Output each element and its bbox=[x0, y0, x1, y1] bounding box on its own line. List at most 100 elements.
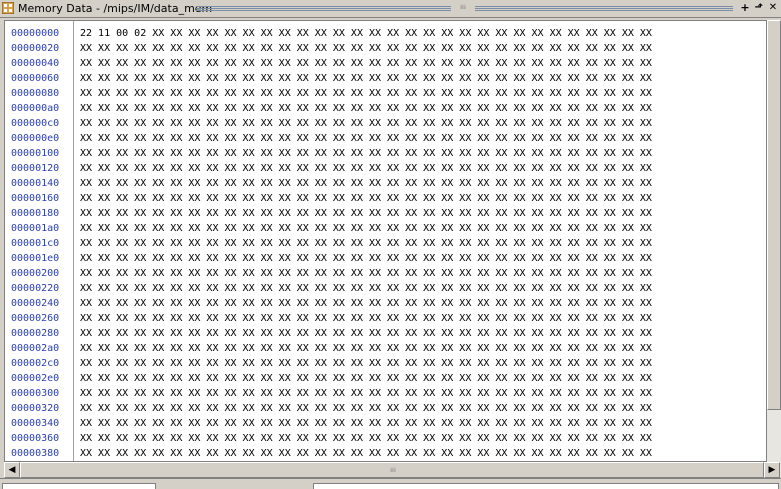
memory-row[interactable]: 00000160 XX XX XX XX XX XX XX XX XX XX XX… bbox=[5, 191, 766, 206]
memory-row[interactable]: 000001e0 XX XX XX XX XX XX XX XX XX XX XX… bbox=[5, 251, 766, 266]
memory-address: 000001a0 bbox=[11, 223, 60, 234]
memory-bytes[interactable]: 22 11 00 02 XX XX XX XX XX XX XX XX XX X… bbox=[80, 26, 652, 41]
memory-bytes[interactable]: XX XX XX XX XX XX XX XX XX XX XX XX XX X… bbox=[80, 221, 652, 236]
horizontal-scroll-thumb[interactable]: ⁞⁞⁞ bbox=[20, 462, 764, 478]
tab-stub[interactable] bbox=[2, 483, 156, 489]
memory-bytes[interactable]: XX XX XX XX XX XX XX XX XX XX XX XX XX X… bbox=[80, 191, 652, 206]
memory-address: 000000c0 bbox=[11, 118, 60, 129]
memory-address: 00000220 bbox=[11, 283, 60, 294]
memory-address: 000001c0 bbox=[11, 238, 60, 249]
memory-row[interactable]: 00000120 XX XX XX XX XX XX XX XX XX XX XX… bbox=[5, 161, 766, 176]
memory-row[interactable]: 00000040 XX XX XX XX XX XX XX XX XX XX XX… bbox=[5, 56, 766, 71]
memory-bytes[interactable]: XX XX XX XX XX XX XX XX XX XX XX XX XX X… bbox=[80, 311, 652, 326]
memory-bytes[interactable]: XX XX XX XX XX XX XX XX XX XX XX XX XX X… bbox=[80, 206, 652, 221]
memory-view[interactable]: 00000000 22 11 00 02 XX XX XX XX XX XX XX… bbox=[4, 20, 767, 462]
memory-row[interactable]: 00000200 XX XX XX XX XX XX XX XX XX XX XX… bbox=[5, 266, 766, 281]
memory-bytes[interactable]: XX XX XX XX XX XX XX XX XX XX XX XX XX X… bbox=[80, 86, 652, 101]
memory-bytes[interactable]: XX XX XX XX XX XX XX XX XX XX XX XX XX X… bbox=[80, 446, 652, 461]
memory-row[interactable]: 00000100 XX XX XX XX XX XX XX XX XX XX XX… bbox=[5, 146, 766, 161]
title-bar: Memory Data - /mips/IM/data_mem ⁞⁞⁞ + ⬏ … bbox=[0, 0, 781, 18]
memory-bytes[interactable]: XX XX XX XX XX XX XX XX XX XX XX XX XX X… bbox=[80, 161, 652, 176]
memory-rows: 00000000 22 11 00 02 XX XX XX XX XX XX XX… bbox=[5, 26, 766, 461]
memory-bytes[interactable]: XX XX XX XX XX XX XX XX XX XX XX XX XX X… bbox=[80, 386, 652, 401]
memory-row[interactable]: 00000060 XX XX XX XX XX XX XX XX XX XX XX… bbox=[5, 71, 766, 86]
close-button[interactable]: ✕ bbox=[767, 2, 779, 14]
memory-row[interactable]: 000001c0 XX XX XX XX XX XX XX XX XX XX XX… bbox=[5, 236, 766, 251]
memory-bytes[interactable]: XX XX XX XX XX XX XX XX XX XX XX XX XX X… bbox=[80, 251, 652, 266]
memory-address: 00000160 bbox=[11, 193, 60, 204]
dock-button[interactable]: + bbox=[739, 2, 751, 14]
memory-bytes[interactable]: XX XX XX XX XX XX XX XX XX XX XX XX XX X… bbox=[80, 131, 652, 146]
vertical-scrollbar[interactable] bbox=[767, 20, 781, 462]
title-drag-grip[interactable]: ⁞⁞⁞ bbox=[196, 4, 733, 12]
scroll-left-button[interactable]: ◀ bbox=[4, 462, 20, 478]
memory-row[interactable]: 000001a0 XX XX XX XX XX XX XX XX XX XX XX… bbox=[5, 221, 766, 236]
memory-row[interactable]: 00000360 XX XX XX XX XX XX XX XX XX XX XX… bbox=[5, 431, 766, 446]
memory-bytes[interactable]: XX XX XX XX XX XX XX XX XX XX XX XX XX X… bbox=[80, 401, 652, 416]
scroll-right-button[interactable]: ▶ bbox=[764, 462, 780, 478]
memory-address: 00000360 bbox=[11, 433, 60, 444]
memory-bytes[interactable]: XX XX XX XX XX XX XX XX XX XX XX XX XX X… bbox=[80, 326, 652, 341]
memory-row[interactable]: 000002a0 XX XX XX XX XX XX XX XX XX XX XX… bbox=[5, 341, 766, 356]
undock-button[interactable]: ⬏ bbox=[753, 2, 765, 14]
memory-address: 00000060 bbox=[11, 73, 60, 84]
memory-bytes[interactable]: XX XX XX XX XX XX XX XX XX XX XX XX XX X… bbox=[80, 236, 652, 251]
memory-address: 000002a0 bbox=[11, 343, 60, 354]
memory-address: 000002e0 bbox=[11, 373, 60, 384]
memory-bytes[interactable]: XX XX XX XX XX XX XX XX XX XX XX XX XX X… bbox=[80, 371, 652, 386]
memory-row[interactable]: 00000000 22 11 00 02 XX XX XX XX XX XX XX… bbox=[5, 26, 766, 41]
memory-row[interactable]: 00000260 XX XX XX XX XX XX XX XX XX XX XX… bbox=[5, 311, 766, 326]
vertical-scroll-thumb[interactable] bbox=[767, 20, 781, 410]
memory-address: 000000e0 bbox=[11, 133, 60, 144]
memory-address: 00000040 bbox=[11, 58, 60, 69]
memory-address: 000001e0 bbox=[11, 253, 60, 264]
memory-bytes[interactable]: XX XX XX XX XX XX XX XX XX XX XX XX XX X… bbox=[80, 341, 652, 356]
window-title: Memory Data - /mips/IM/data_mem bbox=[18, 2, 213, 15]
memory-bytes[interactable]: XX XX XX XX XX XX XX XX XX XX XX XX XX X… bbox=[80, 431, 652, 446]
memory-row[interactable]: 00000340 XX XX XX XX XX XX XX XX XX XX XX… bbox=[5, 416, 766, 431]
memory-bytes[interactable]: XX XX XX XX XX XX XX XX XX XX XX XX XX X… bbox=[80, 56, 652, 71]
memory-row[interactable]: 00000380 XX XX XX XX XX XX XX XX XX XX XX… bbox=[5, 446, 766, 461]
memory-row[interactable]: 00000220 XX XX XX XX XX XX XX XX XX XX XX… bbox=[5, 281, 766, 296]
memory-address: 00000340 bbox=[11, 418, 60, 429]
memory-row[interactable]: 00000320 XX XX XX XX XX XX XX XX XX XX XX… bbox=[5, 401, 766, 416]
memory-bytes[interactable]: XX XX XX XX XX XX XX XX XX XX XX XX XX X… bbox=[80, 296, 652, 311]
memory-bytes[interactable]: XX XX XX XX XX XX XX XX XX XX XX XX XX X… bbox=[80, 71, 652, 86]
memory-address: 00000320 bbox=[11, 403, 60, 414]
memory-row[interactable]: 000000c0 XX XX XX XX XX XX XX XX XX XX XX… bbox=[5, 116, 766, 131]
memory-row[interactable]: 00000300 XX XX XX XX XX XX XX XX XX XX XX… bbox=[5, 386, 766, 401]
memory-address: 000002c0 bbox=[11, 358, 60, 369]
memory-address: 00000080 bbox=[11, 88, 60, 99]
memory-bytes[interactable]: XX XX XX XX XX XX XX XX XX XX XX XX XX X… bbox=[80, 146, 652, 161]
memory-address: 00000100 bbox=[11, 148, 60, 159]
memory-bytes[interactable]: XX XX XX XX XX XX XX XX XX XX XX XX XX X… bbox=[80, 41, 652, 56]
horizontal-scrollbar[interactable]: ◀ ⁞⁞⁞ ▶ bbox=[4, 462, 781, 478]
grip-dots-icon: ⁞⁞⁞ bbox=[451, 4, 475, 12]
memory-bytes[interactable]: XX XX XX XX XX XX XX XX XX XX XX XX XX X… bbox=[80, 101, 652, 116]
memory-address: 00000200 bbox=[11, 268, 60, 279]
memory-address: 00000020 bbox=[11, 43, 60, 54]
memory-row[interactable]: 00000020 XX XX XX XX XX XX XX XX XX XX XX… bbox=[5, 41, 766, 56]
memory-address: 00000380 bbox=[11, 448, 60, 459]
memory-row[interactable]: 000000e0 XX XX XX XX XX XX XX XX XX XX XX… bbox=[5, 131, 766, 146]
memory-address: 000000a0 bbox=[11, 103, 60, 114]
memory-row[interactable]: 000002e0 XX XX XX XX XX XX XX XX XX XX XX… bbox=[5, 371, 766, 386]
memory-row[interactable]: 000000a0 XX XX XX XX XX XX XX XX XX XX XX… bbox=[5, 101, 766, 116]
memory-bytes[interactable]: XX XX XX XX XX XX XX XX XX XX XX XX XX X… bbox=[80, 116, 652, 131]
memory-row[interactable]: 00000180 XX XX XX XX XX XX XX XX XX XX XX… bbox=[5, 206, 766, 221]
tab-stub[interactable] bbox=[313, 483, 779, 489]
memory-address: 00000180 bbox=[11, 208, 60, 219]
memory-address: 00000240 bbox=[11, 298, 60, 309]
memory-row[interactable]: 000002c0 XX XX XX XX XX XX XX XX XX XX XX… bbox=[5, 356, 766, 371]
memory-address: 00000280 bbox=[11, 328, 60, 339]
memory-row[interactable]: 00000140 XX XX XX XX XX XX XX XX XX XX XX… bbox=[5, 176, 766, 191]
memory-row[interactable]: 00000240 XX XX XX XX XX XX XX XX XX XX XX… bbox=[5, 296, 766, 311]
memory-bytes[interactable]: XX XX XX XX XX XX XX XX XX XX XX XX XX X… bbox=[80, 281, 652, 296]
memory-bytes[interactable]: XX XX XX XX XX XX XX XX XX XX XX XX XX X… bbox=[80, 266, 652, 281]
memory-row[interactable]: 00000280 XX XX XX XX XX XX XX XX XX XX XX… bbox=[5, 326, 766, 341]
memory-bytes[interactable]: XX XX XX XX XX XX XX XX XX XX XX XX XX X… bbox=[80, 176, 652, 191]
memory-bytes[interactable]: XX XX XX XX XX XX XX XX XX XX XX XX XX X… bbox=[80, 416, 652, 431]
memory-row[interactable]: 00000080 XX XX XX XX XX XX XX XX XX XX XX… bbox=[5, 86, 766, 101]
scroll-grip-icon: ⁞⁞⁞ bbox=[390, 467, 396, 474]
memory-bytes[interactable]: XX XX XX XX XX XX XX XX XX XX XX XX XX X… bbox=[80, 356, 652, 371]
